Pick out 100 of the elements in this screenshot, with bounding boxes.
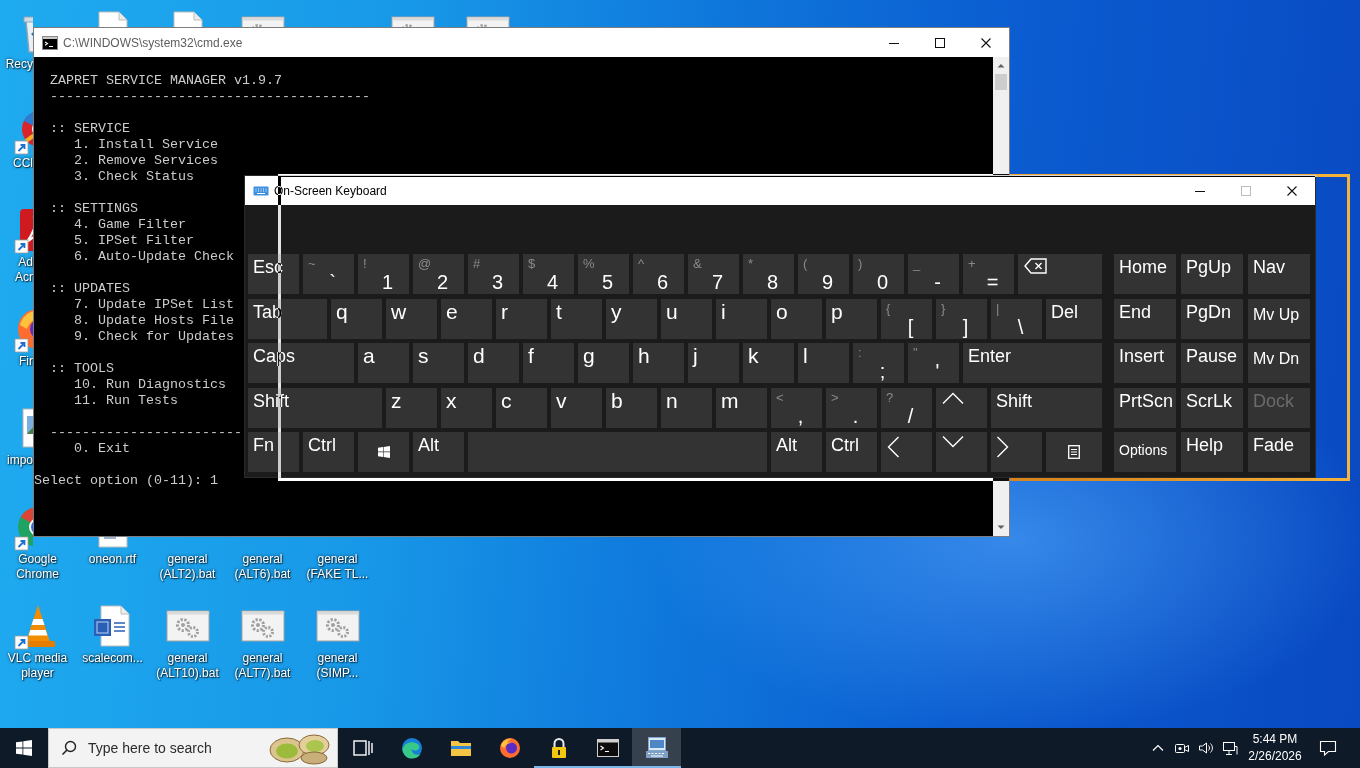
keyboard-key[interactable]: y (606, 298, 657, 339)
speaker-icon (1198, 740, 1214, 756)
chevron-up-icon (942, 391, 964, 404)
keyboard-key[interactable]: e (441, 298, 492, 339)
keyboard-key[interactable]: Options (1114, 432, 1176, 472)
keyboard-key[interactable]: # 3 (468, 254, 519, 294)
keyboard-key[interactable]: % 5 (578, 254, 629, 294)
keyboard-key[interactable]: > . (826, 387, 877, 428)
network-icon (1222, 740, 1238, 756)
keyboard-key[interactable]: n (661, 387, 712, 428)
console-prompt: Select option (0-11): 1 (34, 473, 218, 489)
keyboard-key[interactable]: c (496, 387, 547, 428)
keyboard-key[interactable]: PrtScn (1114, 387, 1176, 428)
keyboard-key[interactable]: p (826, 298, 877, 339)
keyboard-key[interactable]: h (633, 343, 684, 383)
keyboard-key[interactable]: Help (1181, 432, 1243, 472)
keyboard-key[interactable]: " ' (908, 343, 959, 383)
keyboard-key[interactable]: Mv Dn (1248, 343, 1310, 383)
chevron-down-icon (942, 436, 964, 448)
keyboard-key[interactable]: Ctrl (826, 432, 877, 472)
menu-key[interactable] (1046, 432, 1102, 472)
section-heading: :: SERVICE (50, 121, 130, 137)
menu-option: 1. Install Service (74, 137, 218, 153)
keyboard-key[interactable]: ) 0 (853, 254, 904, 294)
chevron-left-icon (887, 436, 899, 458)
keyboard-key[interactable]: i (716, 298, 767, 339)
keyboard-key[interactable]: t (551, 298, 602, 339)
keyboard-key[interactable]: Enter (963, 343, 1102, 383)
keyboard-key[interactable]: a (358, 343, 409, 383)
keyboard-key[interactable]: ! 1 (358, 254, 409, 294)
keyboard-key[interactable]: m (716, 387, 767, 428)
clock[interactable]: 5:44 PM 2/26/2026 (1242, 728, 1308, 768)
keyboard-key[interactable]: v (551, 387, 602, 428)
close-icon (1287, 185, 1297, 196)
keyboard-key[interactable]: Nav (1248, 254, 1310, 294)
keyboard-key[interactable]: l (798, 343, 849, 383)
menu-option: 9. Check for Updates (74, 329, 234, 345)
keyboard-key[interactable]: Home (1114, 254, 1176, 294)
keyboard-key[interactable]: u (661, 298, 712, 339)
window-title: C:\WINDOWS\system32\cmd.exe (63, 35, 243, 50)
section-heading: :: UPDATES (50, 281, 130, 297)
keyboard-key[interactable]: | \ (991, 298, 1042, 339)
search-icon (61, 740, 77, 756)
keyboard-key[interactable]: : ; (853, 343, 904, 383)
keyboard-key[interactable]: & 7 (688, 254, 739, 294)
chevron-right-icon (997, 436, 1009, 458)
keyboard-key[interactable]: { [ (881, 298, 932, 339)
keyboard-key[interactable]: x (441, 387, 492, 428)
keyboard-key[interactable]: w (386, 298, 437, 339)
keyboard-key[interactable]: ^ 6 (633, 254, 684, 294)
keyboard-key[interactable]: ? / (881, 387, 932, 428)
terminal-icon (595, 736, 620, 760)
keyboard-key[interactable]: k (743, 343, 794, 383)
keyboard-key[interactable]: PgDn (1181, 298, 1243, 339)
keyboard-key[interactable]: q (331, 298, 382, 339)
keyboard-key[interactable]: Alt (771, 432, 822, 472)
keyboard-key[interactable]: Ctrl (303, 432, 354, 472)
keyboard-key[interactable]: s (413, 343, 464, 383)
menu-option: 7. Update IPSet List (74, 297, 234, 313)
keyboard-key[interactable]: o (771, 298, 822, 339)
keyboard-key[interactable]: Insert (1114, 343, 1176, 383)
keyboard-key[interactable]: Shift (991, 387, 1102, 428)
keyboard-key[interactable]: End (1114, 298, 1176, 339)
backspace-key[interactable] (1018, 254, 1102, 294)
keyboard-key[interactable]: @ 2 (413, 254, 464, 294)
keyboard-key[interactable]: j (688, 343, 739, 383)
keyboard-key[interactable]: PgUp (1181, 254, 1243, 294)
gears-file-icon[interactable] (315, 610, 360, 642)
scrollbar-thumb[interactable] (995, 74, 1007, 90)
console-separator: ------------------------ (50, 425, 242, 441)
gears-file-icon[interactable] (240, 610, 285, 642)
keyboard-key[interactable]: ScrLk (1181, 387, 1243, 428)
keyboard-key[interactable]: * 8 (743, 254, 794, 294)
keyboard-key[interactable]: Pause (1181, 343, 1243, 383)
windows-key[interactable] (358, 432, 409, 472)
keyboard-key[interactable]: z (386, 387, 437, 428)
keyboard-key[interactable]: _ - (908, 254, 959, 294)
keyboard-key[interactable]: ( 9 (798, 254, 849, 294)
keyboard-icon (253, 185, 269, 196)
keyboard-key[interactable]: ~ ` (303, 254, 354, 294)
keyboard-key[interactable]: } ] (936, 298, 987, 339)
keyboard-key[interactable]: r (496, 298, 547, 339)
keyboard-key[interactable]: b (606, 387, 657, 428)
keyboard-key[interactable]: g (578, 343, 629, 383)
gears-file-icon[interactable] (165, 610, 210, 642)
backspace-icon (1024, 258, 1047, 274)
keyboard-key[interactable]: d (468, 343, 519, 383)
taskbar-button[interactable] (632, 728, 681, 768)
keyboard-key[interactable]: Alt (413, 432, 464, 472)
keyboard-key[interactable]: f (523, 343, 574, 383)
keyboard-key[interactable]: Fade (1248, 432, 1310, 472)
keyboard-key[interactable]: Mv Up (1248, 298, 1310, 339)
keyboard-key[interactable]: $ 4 (523, 254, 574, 294)
keyboard-key[interactable]: Fn (248, 432, 299, 472)
menu-option: 5. IPSet Filter (74, 233, 194, 249)
keyboard-key[interactable]: + = (963, 254, 1014, 294)
section-heading: :: SETTINGS (50, 201, 138, 217)
keyboard-key[interactable]: Del (1046, 298, 1102, 339)
browser-icon (497, 736, 522, 760)
keyboard-key[interactable]: < , (771, 387, 822, 428)
